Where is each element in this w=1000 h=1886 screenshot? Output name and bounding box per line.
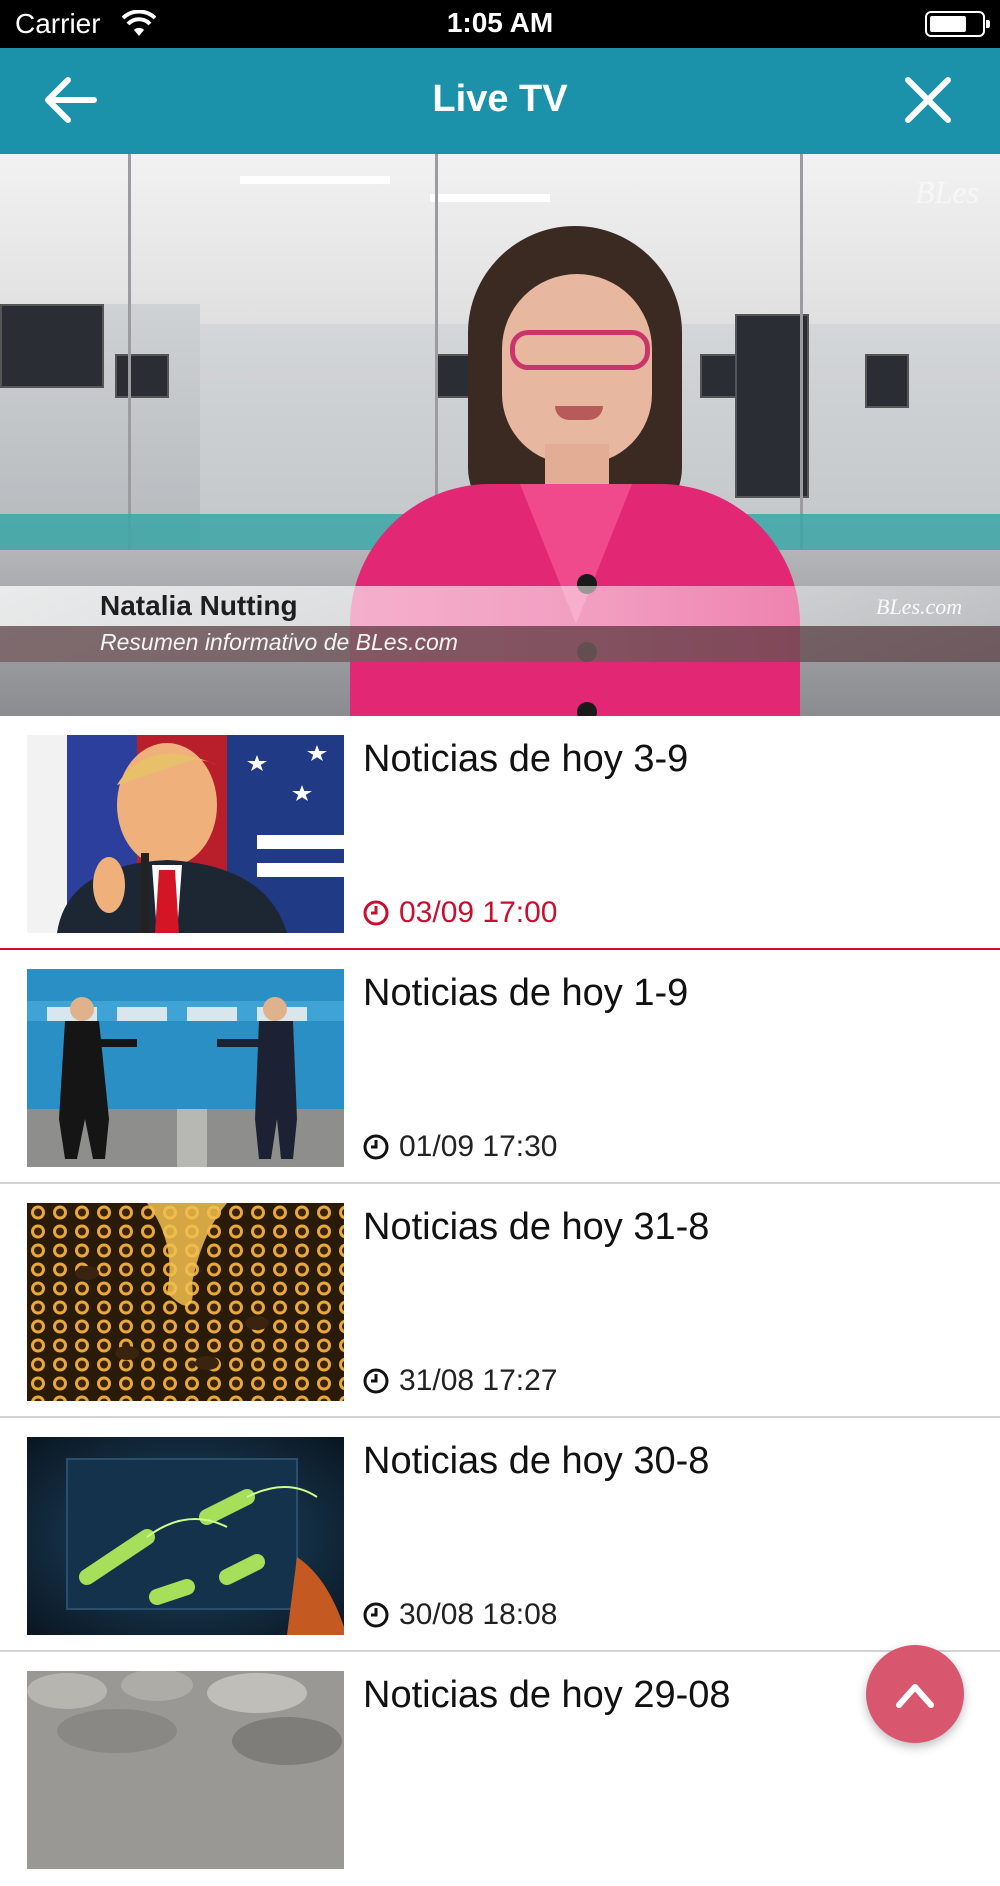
video-list-item[interactable]: Noticias de hoy 29-08 xyxy=(0,1652,1000,1886)
video-thumbnail xyxy=(27,735,344,933)
clock-icon xyxy=(363,1134,389,1160)
page-title: Live TV xyxy=(432,78,568,120)
clock-time: 1:05 AM xyxy=(446,7,554,38)
video-title: Noticias de hoy 3-9 xyxy=(363,738,689,780)
presenter-name: Natalia Nutting xyxy=(100,590,298,621)
video-title: Noticias de hoy 30-8 xyxy=(363,1440,710,1482)
video-title: Noticias de hoy 1-9 xyxy=(363,972,689,1014)
video-thumbnail xyxy=(27,1203,344,1401)
video-thumbnail xyxy=(27,969,344,1167)
video-datetime-text: 31/08 17:27 xyxy=(399,1364,558,1397)
video-title: Noticias de hoy 31-8 xyxy=(363,1206,710,1248)
channel-watermark-top: BLes xyxy=(915,174,979,210)
video-datetime: 31/08 17:27 xyxy=(363,1364,557,1398)
glasses xyxy=(510,330,650,370)
clock-icon xyxy=(363,900,389,926)
status-bar: Carrier 1:05 AM xyxy=(0,0,1000,48)
video-player[interactable]: BLes Natalia Nutting Resumen informativo… xyxy=(0,154,1000,716)
video-list-item[interactable]: Noticias de hoy 3-9 03/09 17:00 xyxy=(0,716,1000,950)
chevron-up-icon xyxy=(896,1684,934,1708)
app-bar: Live TV xyxy=(0,48,1000,154)
caption-text: Resumen informativo de BLes.com xyxy=(100,629,458,655)
video-datetime-text: 30/08 18:08 xyxy=(399,1598,558,1631)
video-list-item[interactable]: Noticias de hoy 31-8 31/08 17:27 xyxy=(0,1184,1000,1418)
video-list-item[interactable]: Noticias de hoy 1-9 01/09 17:30 xyxy=(0,950,1000,1184)
video-datetime-text: 01/09 17:30 xyxy=(399,1130,558,1163)
video-list-item[interactable]: Noticias de hoy 30-8 30/08 18:08 xyxy=(0,1418,1000,1652)
video-list: Noticias de hoy 3-9 03/09 17:00 Noticias… xyxy=(0,716,1000,1886)
close-icon xyxy=(905,77,951,123)
battery-icon xyxy=(925,11,990,37)
video-datetime: 03/09 17:00 xyxy=(363,896,557,930)
clock-icon xyxy=(363,1368,389,1394)
video-datetime-text: 03/09 17:00 xyxy=(399,896,558,929)
video-title: Noticias de hoy 29-08 xyxy=(363,1674,731,1716)
video-thumbnail xyxy=(27,1671,344,1869)
clock-icon xyxy=(363,1602,389,1628)
video-datetime: 30/08 18:08 xyxy=(363,1598,557,1632)
video-datetime: 01/09 17:30 xyxy=(363,1130,557,1164)
close-button[interactable] xyxy=(898,70,958,130)
channel-watermark: BLes.com xyxy=(876,594,963,619)
scroll-to-top-button[interactable] xyxy=(866,1645,964,1743)
video-thumbnail xyxy=(27,1437,344,1635)
